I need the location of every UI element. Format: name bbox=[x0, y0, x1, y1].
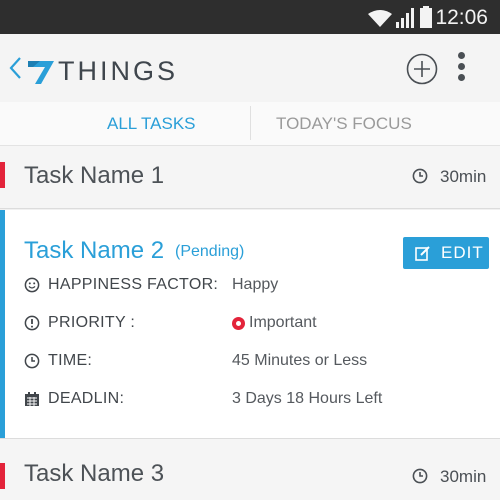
deadline-label: DEADLIN: bbox=[48, 390, 125, 407]
logo-text: THINGS bbox=[58, 56, 179, 86]
status-time: 12:06 bbox=[435, 6, 488, 29]
signal-icon bbox=[396, 8, 414, 28]
app-bar: THINGS bbox=[0, 34, 500, 102]
add-task-button[interactable] bbox=[406, 53, 438, 85]
tab-todays-focus[interactable]: TODAY'S FOCUS bbox=[276, 102, 412, 146]
battery-icon bbox=[420, 6, 432, 28]
task-row-1[interactable]: Task Name 1 30min bbox=[0, 146, 500, 209]
clock-icon bbox=[412, 468, 428, 484]
task-name: Task Name 3 bbox=[24, 460, 165, 487]
task-name: Task Name 2 bbox=[24, 237, 165, 264]
clock-icon bbox=[412, 168, 428, 184]
happiness-label: HAPPINESS FACTOR: bbox=[48, 276, 219, 293]
task-card-2: Task Name 2 (Pending) EDIT HAPPINESS FAC… bbox=[0, 210, 500, 438]
status-bar: 12:06 bbox=[0, 0, 500, 34]
time-label: TIME: bbox=[48, 352, 93, 369]
edit-icon bbox=[415, 246, 430, 261]
edit-label: EDIT bbox=[441, 243, 484, 262]
priority-indicator bbox=[0, 162, 5, 188]
logo-seven-icon bbox=[28, 60, 54, 84]
status-icons bbox=[368, 6, 432, 28]
important-dot-icon bbox=[232, 317, 245, 330]
deadline-value: 3 Days 18 Hours Left bbox=[232, 390, 383, 407]
tab-divider bbox=[250, 106, 251, 140]
edit-button[interactable]: EDIT bbox=[403, 237, 489, 269]
task-status: (Pending) bbox=[175, 243, 245, 260]
priority-indicator bbox=[0, 463, 5, 489]
clock-icon bbox=[24, 353, 40, 369]
task-duration: 30min bbox=[440, 167, 487, 186]
calendar-icon bbox=[25, 392, 39, 406]
tab-all-tasks[interactable]: ALL TASKS bbox=[107, 102, 196, 146]
task-name: Task Name 1 bbox=[24, 162, 165, 189]
smiley-icon bbox=[24, 277, 40, 293]
app-logo: THINGS bbox=[26, 56, 178, 87]
wifi-icon bbox=[368, 10, 392, 27]
back-chevron-icon[interactable] bbox=[8, 56, 24, 80]
priority-value: Important bbox=[249, 314, 317, 331]
task-row-3[interactable]: Task Name 3 30min bbox=[0, 438, 500, 500]
time-value: 45 Minutes or Less bbox=[232, 352, 368, 369]
tab-bar: ALL TASKS TODAY'S FOCUS bbox=[0, 102, 500, 146]
selected-indicator bbox=[0, 210, 5, 438]
task-duration: 30min bbox=[440, 467, 487, 486]
priority-label: PRIORITY : bbox=[48, 314, 136, 331]
alert-icon bbox=[24, 315, 40, 331]
more-options-icon[interactable] bbox=[456, 52, 466, 84]
happiness-value: Happy bbox=[232, 276, 279, 293]
